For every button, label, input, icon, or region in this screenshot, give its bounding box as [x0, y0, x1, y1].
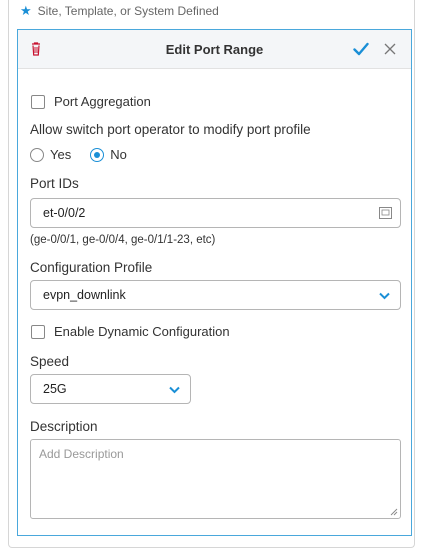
speed-value: 25G: [43, 382, 67, 396]
port-aggregation-box[interactable]: [31, 94, 45, 109]
speed-dropdown[interactable]: 25G: [30, 374, 191, 404]
edit-port-range-panel: Edit Port Range Port Aggregation Allow s…: [17, 29, 412, 536]
star-icon: ★: [20, 3, 32, 18]
port-ids-input[interactable]: et-0/0/2: [30, 198, 401, 228]
dynamic-config-label: Enable Dynamic Configuration: [54, 324, 230, 339]
resize-handle-icon[interactable]: [390, 508, 398, 516]
port-ids-value: et-0/0/2: [43, 206, 86, 220]
speed-label: Speed: [30, 354, 70, 369]
radio-yes-label: Yes: [50, 147, 72, 162]
config-profile-value: evpn_downlink: [43, 288, 126, 302]
description-textarea[interactable]: Add Description: [30, 439, 401, 519]
port-aggregation-label: Port Aggregation: [54, 94, 151, 109]
legend-text: Site, Template, or System Defined: [37, 4, 219, 18]
close-icon[interactable]: [384, 43, 396, 55]
chevron-down-icon: [169, 386, 180, 394]
description-placeholder: Add Description: [39, 447, 124, 461]
radio-no[interactable]: [90, 147, 105, 162]
chevron-down-icon: [379, 292, 390, 300]
legend: ★ Site, Template, or System Defined: [20, 2, 219, 20]
trash-icon[interactable]: [31, 42, 41, 56]
checkmark-icon[interactable]: [353, 42, 369, 56]
description-label: Description: [30, 419, 98, 434]
allow-modify-radio-group: Yes No: [30, 147, 127, 162]
port-ids-label: Port IDs: [30, 176, 79, 191]
port-aggregation-checkbox[interactable]: Port Aggregation: [31, 94, 151, 109]
dynamic-config-box[interactable]: [31, 324, 45, 339]
radio-yes[interactable]: [30, 147, 44, 162]
dynamic-config-checkbox[interactable]: Enable Dynamic Configuration: [31, 324, 230, 339]
panel-title: Edit Port Range: [165, 41, 264, 57]
allow-modify-label: Allow switch port operator to modify por…: [30, 122, 311, 137]
config-profile-label: Configuration Profile: [30, 260, 153, 275]
panel-header: Edit Port Range: [18, 30, 411, 69]
radio-no-label: No: [110, 147, 127, 162]
lookup-icon[interactable]: [379, 207, 392, 219]
port-ids-hint: (ge-0/0/1, ge-0/0/4, ge-0/1/1-23, etc): [30, 234, 216, 246]
config-profile-dropdown[interactable]: evpn_downlink: [30, 280, 401, 310]
